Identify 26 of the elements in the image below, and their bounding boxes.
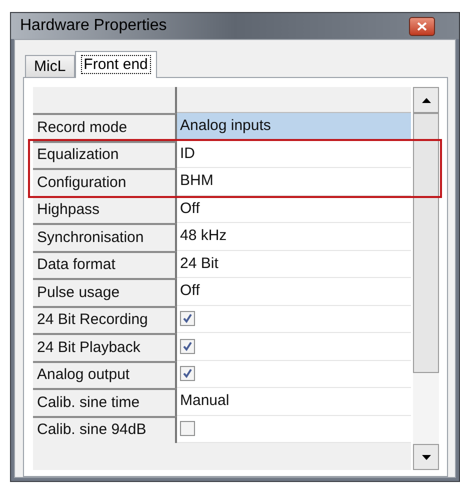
close-icon xyxy=(417,22,427,30)
scrollbar[interactable] xyxy=(413,87,439,470)
checkbox[interactable] xyxy=(180,311,195,326)
property-value[interactable]: BHM xyxy=(177,168,411,196)
property-value[interactable]: ID xyxy=(177,140,411,168)
close-button[interactable] xyxy=(409,16,435,36)
property-value[interactable]: 48 kHz xyxy=(177,223,411,250)
checkbox[interactable] xyxy=(180,421,195,436)
down-arrow-icon xyxy=(422,454,430,460)
property-value-cell[interactable] xyxy=(177,416,411,443)
scroll-up-button[interactable] xyxy=(413,87,439,113)
window-title: Hardware Properties xyxy=(20,16,167,36)
scroll-down-button[interactable] xyxy=(413,444,439,470)
property-value[interactable]: Analog inputs xyxy=(177,113,411,140)
property-value[interactable]: Manual xyxy=(177,388,411,416)
tab[interactable]: Front end xyxy=(74,51,157,78)
property-value-cell[interactable] xyxy=(177,306,411,333)
scroll-thumb[interactable] xyxy=(413,113,439,373)
property-value[interactable]: Off xyxy=(177,278,411,306)
up-arrow-icon xyxy=(422,98,430,102)
property-value[interactable]: 24 Bit xyxy=(177,250,411,278)
checkbox[interactable] xyxy=(180,338,195,354)
property-value-cell[interactable] xyxy=(177,360,411,388)
checkbox[interactable] xyxy=(180,366,195,382)
property-value-cell[interactable] xyxy=(177,333,411,360)
tab[interactable]: MicL xyxy=(25,55,75,78)
